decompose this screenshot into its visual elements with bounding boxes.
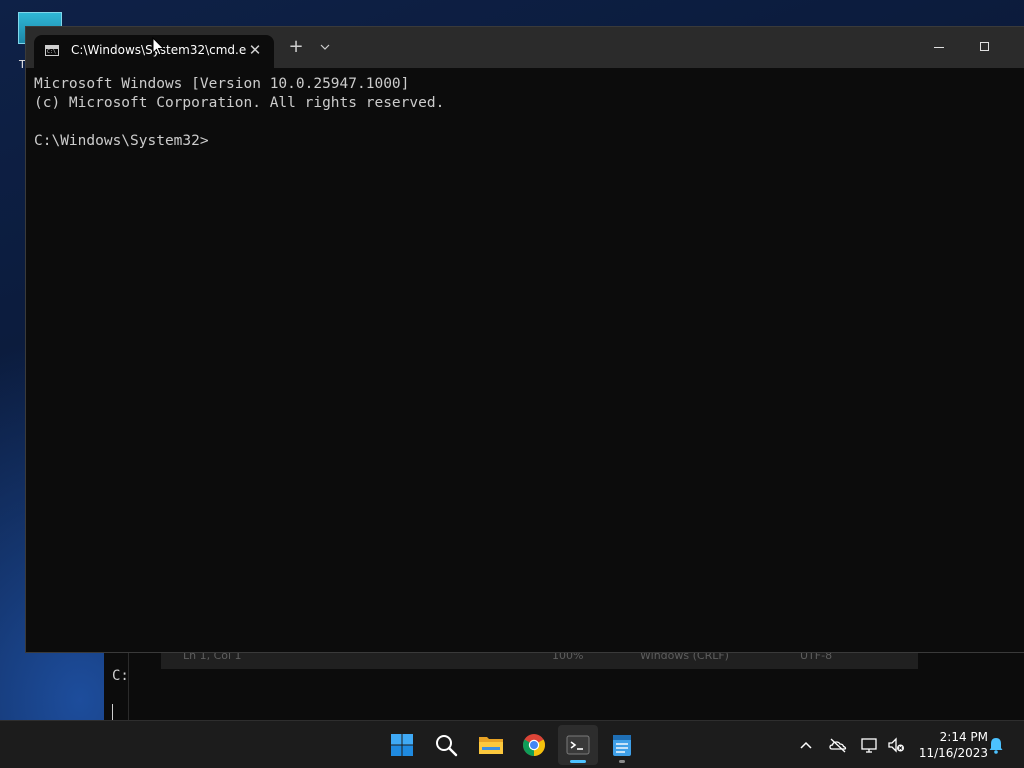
- chrome-icon: [523, 734, 545, 756]
- search-icon: [436, 735, 458, 757]
- desktop: T C: Ln 1, Col 1 100% Windows (CRLF) UTF…: [0, 0, 1024, 720]
- maximize-button[interactable]: [962, 33, 1008, 63]
- windows-start-icon: [391, 734, 413, 756]
- console-line: Microsoft Windows [Version 10.0.25947.10…: [34, 76, 410, 92]
- clock-time: 2:14 PM: [939, 730, 988, 744]
- background-cmd-prompt: C:: [112, 668, 129, 684]
- file-explorer-icon: [479, 737, 503, 754]
- cmd-icon: C:\: [45, 45, 59, 56]
- notification-bell-icon[interactable]: [986, 735, 1006, 755]
- console-prompt: C:\Windows\System32>: [34, 133, 209, 149]
- terminal-icon: [566, 735, 590, 755]
- minimize-button[interactable]: [916, 33, 962, 63]
- volume-muted-icon[interactable]: [886, 735, 906, 755]
- terminal-taskbar-button[interactable]: [558, 725, 598, 765]
- active-app-indicator: [570, 760, 586, 763]
- file-explorer-button[interactable]: [470, 725, 510, 765]
- chrome-button[interactable]: [514, 725, 554, 765]
- chevron-up-icon[interactable]: [796, 735, 816, 755]
- clock-date: 11/16/2023: [918, 746, 988, 760]
- console-output[interactable]: Microsoft Windows [Version 10.0.25947.10…: [34, 75, 1024, 652]
- terminal-window[interactable]: C:\ C:\Windows\System32\cmd.e ✕ + Micros…: [25, 26, 1024, 653]
- console-line: (c) Microsoft Corporation. All rights re…: [34, 95, 445, 111]
- close-tab-button[interactable]: ✕: [244, 39, 266, 61]
- terminal-titlebar[interactable]: C:\ C:\Windows\System32\cmd.e ✕ +: [26, 27, 1024, 68]
- tab-dropdown-button[interactable]: [314, 36, 338, 60]
- chevron-down-icon: [320, 44, 330, 50]
- notepad-icon: [613, 735, 631, 756]
- start-button[interactable]: [382, 725, 422, 765]
- search-button[interactable]: [426, 725, 466, 765]
- text-cursor: [112, 704, 113, 720]
- network-icon[interactable]: [860, 735, 880, 755]
- taskbar: 2:14 PM 11/16/2023: [0, 720, 1024, 768]
- running-app-indicator: [619, 760, 625, 763]
- clock[interactable]: 2:14 PM 11/16/2023: [912, 729, 988, 761]
- new-tab-button[interactable]: +: [284, 36, 308, 60]
- onedrive-offline-icon[interactable]: [828, 735, 848, 755]
- notepad-taskbar-button[interactable]: [602, 725, 642, 765]
- mouse-pointer-icon: [152, 37, 165, 56]
